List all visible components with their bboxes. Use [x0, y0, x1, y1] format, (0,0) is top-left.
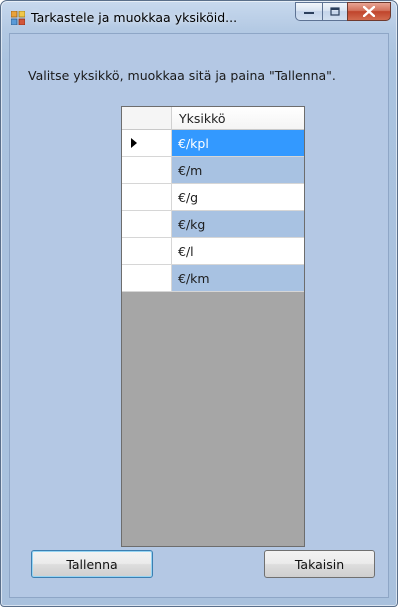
table-row[interactable]: €/l [122, 238, 304, 265]
title-bar[interactable]: Tarkastele ja muokkaa yksiköid... [1, 1, 397, 33]
maximize-button[interactable] [322, 2, 347, 21]
instruction-label: Valitse yksikkö, muokkaa sitä ja paina "… [28, 68, 336, 83]
grid-corner-header[interactable] [122, 107, 172, 130]
unit-cell[interactable]: €/kg [172, 211, 304, 238]
unit-cell[interactable]: €/km [172, 265, 304, 292]
unit-cell[interactable]: €/kpl [172, 130, 304, 157]
maximize-icon [329, 6, 340, 16]
row-header[interactable] [122, 265, 172, 292]
dialog-window: Tarkastele ja muokkaa yksiköid... Valits… [0, 0, 398, 607]
unit-cell[interactable]: €/l [172, 238, 304, 265]
units-grid[interactable]: Yksikkö €/kpl €/m €/g €/kg €/l €/km [121, 106, 305, 547]
table-row[interactable]: €/m [122, 157, 304, 184]
minimize-button[interactable] [295, 2, 322, 21]
table-row[interactable]: €/kpl [122, 130, 304, 157]
grid-header: Yksikkö [122, 107, 304, 130]
close-icon [363, 6, 375, 17]
current-row-icon [131, 138, 137, 148]
table-row[interactable]: €/kg [122, 211, 304, 238]
unit-cell[interactable]: €/m [172, 157, 304, 184]
save-button[interactable]: Tallenna [31, 550, 153, 578]
caption-buttons [295, 2, 391, 22]
row-header[interactable] [122, 238, 172, 265]
table-row[interactable]: €/g [122, 184, 304, 211]
unit-cell[interactable]: €/g [172, 184, 304, 211]
row-header[interactable] [122, 157, 172, 184]
close-button[interactable] [347, 2, 391, 21]
window-title: Tarkastele ja muokkaa yksiköid... [31, 10, 238, 25]
back-button[interactable]: Takaisin [264, 550, 375, 578]
form-icon [11, 11, 25, 25]
row-header[interactable] [122, 130, 172, 157]
column-header-yksikko[interactable]: Yksikkö [172, 107, 304, 130]
minimize-icon [303, 11, 314, 14]
row-header[interactable] [122, 211, 172, 238]
row-header[interactable] [122, 184, 172, 211]
table-row[interactable]: €/km [122, 265, 304, 292]
client-area: Valitse yksikkö, muokkaa sitä ja paina "… [9, 33, 389, 598]
